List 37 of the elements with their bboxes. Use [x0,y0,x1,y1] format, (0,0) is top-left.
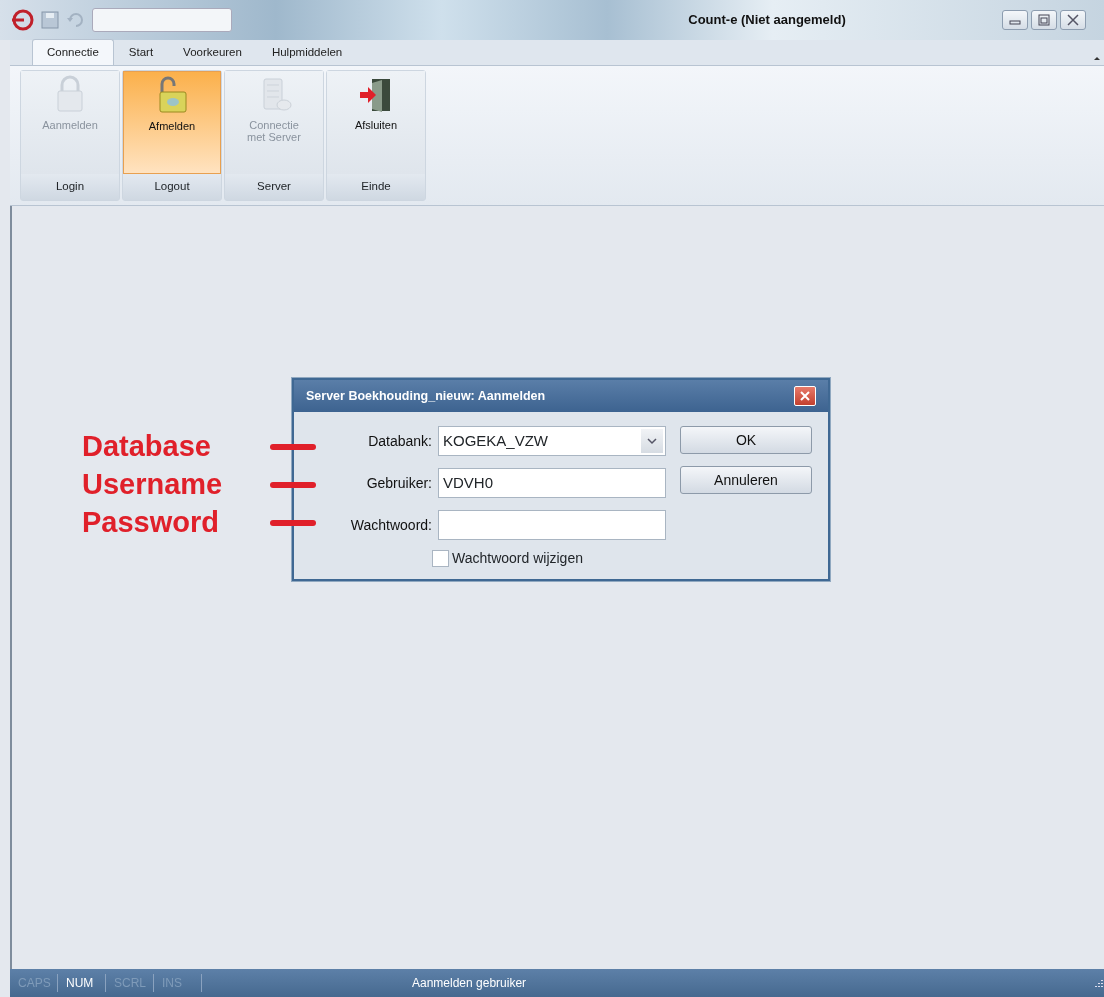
status-message: Aanmelden gebruiker [411,975,528,992]
username-field[interactable]: VDVH0 [438,468,666,498]
leader-line [270,519,316,526]
window-title: Count-e (Niet aangemeld) [687,11,847,30]
database-dropdown[interactable]: KOGEKA_VZW [438,426,666,456]
field-label: Databank: [367,431,432,451]
ribbon-tab[interactable]: Connectie [32,38,114,65]
logo-icon [10,8,34,32]
group-label: Server [225,174,323,200]
group-label: Login [21,174,119,200]
checkbox-label: Wachtwoord wijzigen [452,549,583,568]
annotation-label: Username [82,470,224,499]
group-label: Einde [327,174,425,200]
quick-access-field[interactable] [92,8,232,32]
ribbon-button[interactable]: Afmelden [123,71,221,174]
leader-line [270,481,316,488]
close-button[interactable] [794,386,816,406]
close-icon[interactable] [1064,12,1082,28]
dropdown-icon[interactable] [647,437,657,445]
maximize-icon[interactable] [1035,12,1053,28]
field-label: Wachtwoord: [349,515,432,535]
cancel-button[interactable]: Annuleren [680,466,812,494]
field-label: Gebruiker: [365,473,432,493]
annotation-label: Password [82,508,220,537]
ribbon-tab[interactable]: Start [113,38,169,65]
ok-button[interactable]: OK [680,426,812,454]
close-icon[interactable] [799,390,811,402]
status-indicator: NUM [58,974,106,992]
group-label: Logout [123,174,221,200]
dialog-title: Server Boekhouding_nieuw: Aanmelden [306,387,546,405]
checkbox[interactable] [432,550,449,567]
ribbon-button[interactable]: Afsluiten [327,71,425,174]
ribbon-tab[interactable]: Voorkeuren [168,38,257,65]
password-field[interactable] [438,510,666,540]
ribbon-tab[interactable]: Hulpmiddelen [256,38,358,65]
leader-line [270,443,316,450]
annotation-label: Database [82,432,212,461]
